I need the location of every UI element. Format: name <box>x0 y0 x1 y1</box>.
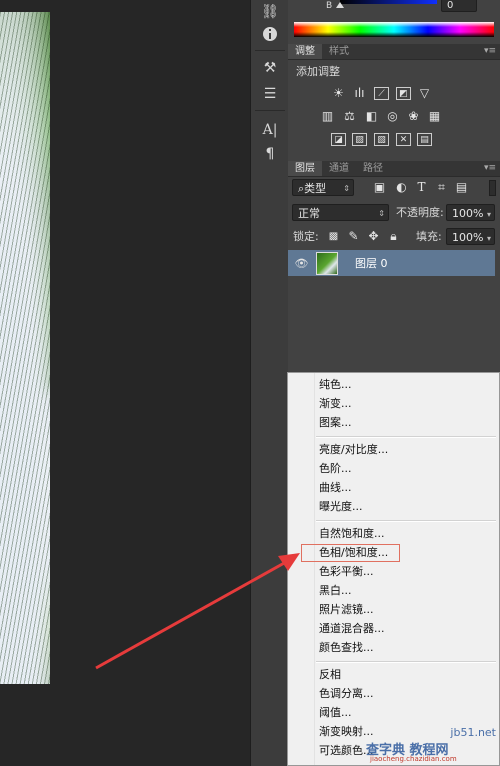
arrow-head <box>278 553 300 571</box>
watermark-site: jb51.net <box>450 726 496 739</box>
annotation-arrow <box>95 553 300 670</box>
watermark-url: jiaocheng.chazidian.com <box>370 755 457 763</box>
watermark: jb51.net 查字典 教程网 jiaocheng.chazidian.com <box>366 726 500 766</box>
arrow-shaft <box>95 560 287 670</box>
